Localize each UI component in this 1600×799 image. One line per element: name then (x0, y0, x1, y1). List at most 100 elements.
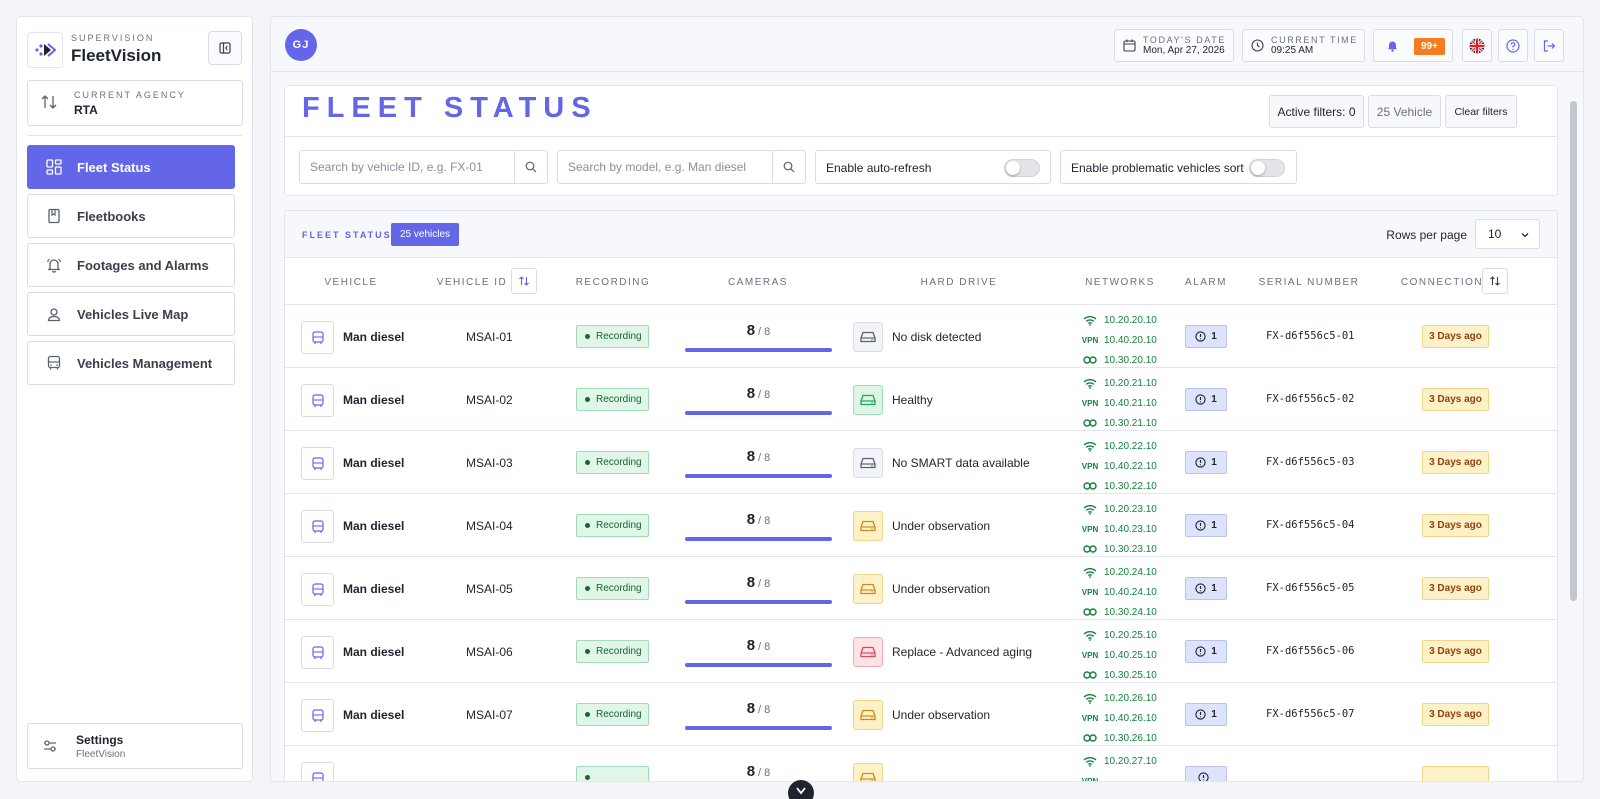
sort-connection-button[interactable] (1482, 268, 1508, 294)
sidebar-item-footages-alarms[interactable]: Footages and Alarms (27, 243, 235, 287)
cameras-active: 8 (746, 511, 756, 528)
search-model-button[interactable] (772, 151, 805, 183)
sidebar-item-label: Footages and Alarms (77, 257, 209, 273)
table-row[interactable]: Man diesel MSAI-03 Recording 8/ 8 No SMA… (285, 431, 1557, 494)
bus-icon[interactable] (301, 699, 334, 732)
alarm-badge[interactable]: 1 (1185, 325, 1227, 348)
settings-label: Settings (76, 733, 124, 747)
cameras-total: / 8 (758, 389, 771, 401)
recording-badge: Recording (576, 577, 649, 600)
network-addresses: 10.20.27.10 VPN (1082, 751, 1172, 782)
table-row[interactable]: Man diesel MSAI-01 Recording 8/ 8 No dis… (285, 305, 1557, 368)
cameras-total: / 8 (758, 578, 771, 590)
column-header-connection: CONNECTION (1400, 277, 1484, 288)
cameras-count: 8/ 8 (685, 574, 832, 591)
alarm-badge[interactable]: 1 (1185, 451, 1227, 474)
sidebar-divider (27, 135, 242, 136)
search-vehicle-id-button[interactable] (514, 151, 547, 183)
sidebar-item-fleet-status[interactable]: Fleet Status (27, 145, 235, 189)
bus-icon[interactable] (301, 384, 334, 417)
recording-dot-icon (585, 397, 590, 402)
table-row[interactable]: Man diesel MSAI-05 Recording 8/ 8 Under … (285, 557, 1557, 620)
wifi-icon (1082, 378, 1098, 389)
book-icon (45, 207, 63, 225)
bus-icon[interactable] (301, 321, 334, 354)
serial-number: FX-d6f556c5-06 (1266, 645, 1355, 657)
recording-label: Recording (596, 646, 642, 657)
bus-icon[interactable] (301, 447, 334, 480)
clear-filters-button[interactable]: Clear filters (1445, 95, 1517, 128)
problematic-sort-toggle[interactable] (1249, 159, 1285, 177)
table-row[interactable]: Man diesel MSAI-07 Recording 8/ 8 Under … (285, 683, 1557, 746)
table-row[interactable]: Man diesel MSAI-06 Recording 8/ 8 Replac… (285, 620, 1557, 683)
scroll-down-button[interactable] (788, 780, 814, 799)
hard-drive-icon (853, 637, 883, 667)
logout-icon (1543, 39, 1556, 52)
bell-icon (45, 256, 63, 274)
rows-per-page-select[interactable]: 10 (1475, 219, 1540, 249)
uk-flag-icon (1469, 38, 1485, 53)
bus-icon[interactable] (301, 762, 334, 781)
settings-button[interactable]: Settings FleetVision (27, 723, 243, 769)
bus-icon[interactable] (301, 636, 334, 669)
logout-button[interactable] (1534, 29, 1564, 62)
cameras-count: 8/ 8 (685, 763, 832, 780)
network-addresses: 10.20.26.10 VPN 10.40.26.10 10.30.26.10 (1082, 688, 1172, 748)
table-row[interactable]: 8/ 8 10.20.27.10 VPN (285, 746, 1557, 782)
help-button[interactable] (1498, 29, 1528, 62)
bus-icon[interactable] (301, 510, 334, 543)
agency-selector[interactable]: CURRENT AGENCY RTA (27, 80, 243, 126)
auto-refresh-label: Enable auto-refresh (826, 161, 932, 175)
recording-label: Recording (596, 709, 642, 720)
sidebar-item-vehicles-management[interactable]: Vehicles Management (27, 341, 235, 385)
link-address: 10.30.23.10 (1104, 543, 1157, 555)
scrollbar-thumb[interactable] (1570, 101, 1577, 601)
grid-icon (45, 158, 63, 176)
recording-badge: Recording (576, 640, 649, 663)
alarm-badge[interactable]: 1 (1185, 703, 1227, 726)
alarm-badge[interactable]: 1 (1185, 640, 1227, 663)
vpn-icon: VPN (1081, 524, 1099, 534)
alarm-badge[interactable]: 1 (1185, 388, 1227, 411)
cameras-active: 8 (746, 448, 756, 465)
search-vehicle-id-input[interactable] (300, 151, 515, 183)
cameras-total: / 8 (758, 641, 771, 653)
date-label: TODAY'S DATE (1143, 35, 1226, 45)
settings-sublabel: FleetVision (76, 749, 126, 760)
alarm-badge[interactable] (1185, 766, 1227, 781)
search-model-input[interactable] (558, 151, 773, 183)
link-address: 10.30.20.10 (1104, 354, 1157, 366)
network-addresses: 10.20.23.10 VPN 10.40.23.10 10.30.23.10 (1082, 499, 1172, 559)
clock-icon (1251, 39, 1264, 52)
link-address: 10.30.22.10 (1104, 480, 1157, 492)
alarm-badge[interactable]: 1 (1185, 514, 1227, 537)
sidebar-item-fleetbooks[interactable]: Fleetbooks (27, 194, 235, 238)
bus-icon[interactable] (301, 573, 334, 606)
vehicle-name: Man diesel (343, 393, 405, 407)
cameras-active: 8 (746, 637, 756, 654)
table-row[interactable]: Man diesel MSAI-04 Recording 8/ 8 Under … (285, 494, 1557, 557)
recording-dot-icon (585, 775, 590, 780)
avatar[interactable]: GJ (285, 29, 317, 61)
cameras-progress-bar (685, 411, 832, 415)
alarm-badge[interactable]: 1 (1185, 577, 1227, 600)
notifications-button[interactable]: 99+ (1373, 29, 1453, 62)
sort-vehicle-id-button[interactable] (511, 268, 537, 294)
sidebar-collapse-button[interactable] (208, 31, 242, 65)
hard-drive-icon (853, 763, 883, 781)
hard-drive-status: No SMART data available (892, 456, 1030, 470)
fleet-table-card: FLEET STATUS 25 vehicles Rows per page 1… (284, 210, 1558, 782)
toggle-knob (1251, 161, 1265, 175)
wifi-icon (1082, 630, 1098, 641)
main-scrollbar[interactable] (1570, 101, 1577, 771)
wifi-address: 10.20.20.10 (1104, 314, 1157, 326)
hard-drive-status: Under observation (892, 519, 991, 533)
hard-drive-status: Replace - Advanced aging (892, 645, 1033, 659)
table-row[interactable]: Man diesel MSAI-02 Recording 8/ 8 Health… (285, 368, 1557, 431)
cameras-total: / 8 (758, 767, 771, 779)
cameras-total: / 8 (758, 326, 771, 338)
language-button[interactable] (1462, 29, 1492, 62)
alert-circle-icon (1195, 520, 1206, 531)
auto-refresh-toggle[interactable] (1004, 159, 1040, 177)
sidebar-item-live-map[interactable]: Vehicles Live Map (27, 292, 235, 336)
